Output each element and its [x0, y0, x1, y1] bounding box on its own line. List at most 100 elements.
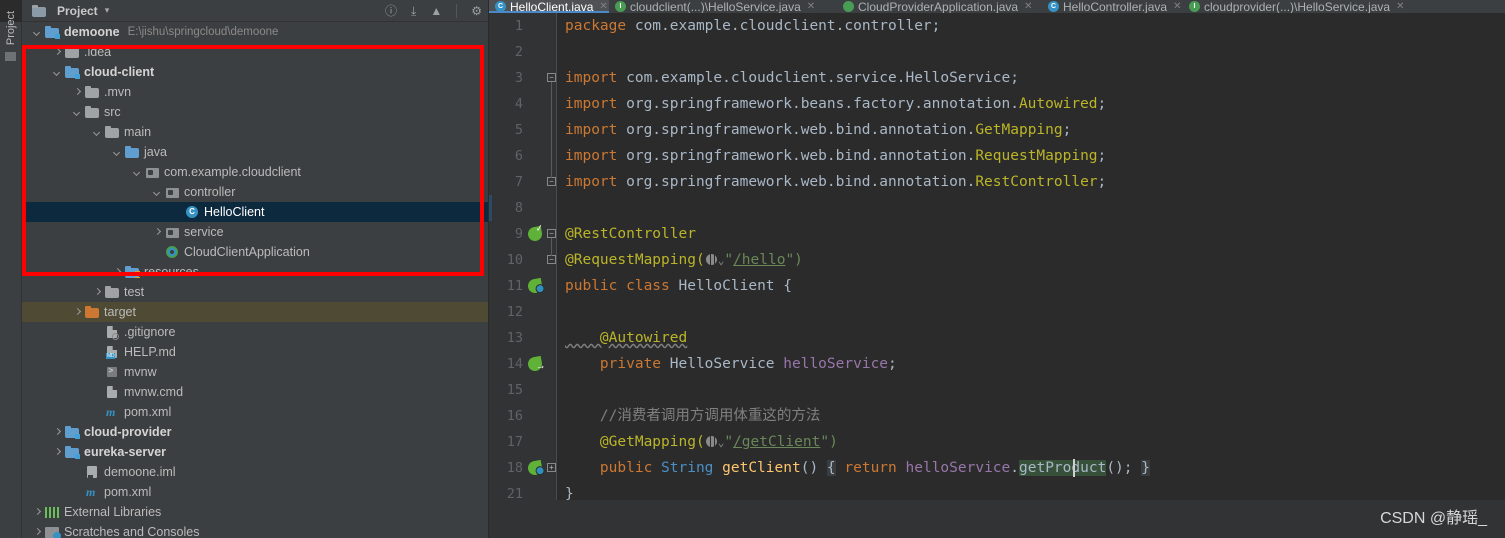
tree-node-helloclient[interactable]: HelloClient [22, 202, 488, 222]
web-mapping-icon[interactable] [705, 254, 717, 265]
spring-bean-icon[interactable] [526, 277, 546, 295]
code-line-7[interactable]: import org.springframework.web.bind.anno… [557, 169, 1106, 195]
editor-tab-bar[interactable]: C HelloClient.java ✕ Icloudclient(...)\Hell… [489, 0, 1505, 13]
fold-expand-icon[interactable]: + [547, 463, 556, 472]
tree-node-eureka-server[interactable]: eureka-server [22, 442, 488, 462]
close-icon[interactable]: ✕ [1024, 1, 1032, 12]
tree-node-idea[interactable]: .idea [22, 42, 488, 62]
tree-node-mvnw[interactable]: mvnw [22, 362, 488, 382]
fold-collapse-icon[interactable]: − [547, 177, 556, 186]
chevron-right-icon[interactable] [72, 87, 83, 98]
tree-node-cloudclientapplication[interactable]: CloudClientApplication [22, 242, 488, 262]
editor-code-area[interactable]: 1 2 3−4 5 6 7−8 9 ✓ −10−11 12 13 14 → 15 16 17 18 +21 pac… [489, 13, 1505, 538]
chevron-right-icon[interactable] [32, 527, 43, 538]
tool-window-tab-project[interactable]: Project [3, 4, 19, 52]
project-tree[interactable]: demoone E:\jishu\springcloud\demoone .idea… [22, 22, 488, 538]
tree-node-com-example-cloudclient[interactable]: com.example.cloudclient [22, 162, 488, 182]
web-mapping-icon[interactable] [705, 436, 717, 447]
tree-node-pom-xml[interactable]: m pom.xml [22, 482, 488, 502]
chevron-right-icon[interactable] [152, 227, 163, 238]
fold-collapse-icon[interactable]: − [547, 255, 556, 264]
tree-node-mvn[interactable]: .mvn [22, 82, 488, 102]
code-line-9[interactable]: @RestController [557, 221, 696, 247]
tree-node-pom-xml[interactable]: m pom.xml [22, 402, 488, 422]
collapse-all-icon[interactable]: ⓘ [385, 5, 397, 17]
code-line-3[interactable]: import com.example.cloudclient.service.H… [557, 65, 1019, 91]
gutter-line-17[interactable]: 17 [489, 429, 557, 455]
chevron-down-icon[interactable] [112, 147, 123, 158]
spring-mapping-icon[interactable] [526, 459, 546, 477]
gutter-line-14[interactable]: 14 → [489, 351, 557, 377]
code-line-14[interactable]: private HelloService helloService; [557, 351, 897, 377]
code-line-8[interactable] [557, 195, 565, 221]
gutter-line-13[interactable]: 13 [489, 325, 557, 351]
chevron-right-icon[interactable] [52, 447, 63, 458]
chevron-down-icon[interactable]: ▾ [105, 5, 110, 16]
gutter-line-6[interactable]: 6 [489, 143, 557, 169]
code-line-13[interactable]: @Autowired [557, 325, 687, 351]
code-line-18[interactable]: public String getClient() { return hello… [557, 455, 1150, 481]
gutter-line-12[interactable]: 12 [489, 299, 557, 325]
chevron-right-icon[interactable] [72, 307, 83, 318]
tool-strip-handle[interactable] [5, 52, 16, 61]
download-icon[interactable]: ⤓ [411, 5, 416, 17]
tree-node-scratches-and-consoles[interactable]: Scratches and Consoles [22, 522, 488, 538]
chevron-right-icon[interactable] [52, 47, 63, 58]
tree-node-test[interactable]: test [22, 282, 488, 302]
gutter-line-2[interactable]: 2 [489, 39, 557, 65]
chevron-down-icon[interactable] [52, 67, 63, 78]
tree-node-help-md[interactable]: MD HELP.md [22, 342, 488, 362]
gutter-line-1[interactable]: 1 [489, 13, 557, 39]
tree-node-external-libraries[interactable]: External Libraries [22, 502, 488, 522]
spring-bean-check-icon[interactable]: ✓ [526, 223, 545, 243]
gutter-line-16[interactable]: 16 [489, 403, 557, 429]
tree-node-resources[interactable]: resources [22, 262, 488, 282]
tree-node-main[interactable]: main [22, 122, 488, 142]
code-line-12[interactable] [557, 299, 565, 325]
code-line-5[interactable]: import org.springframework.web.bind.anno… [557, 117, 1071, 143]
editor-vertical-scrollbar[interactable] [1493, 26, 1505, 496]
tree-node-service[interactable]: service [22, 222, 488, 242]
gutter-line-5[interactable]: 5 [489, 117, 557, 143]
chevron-right-icon[interactable] [112, 267, 123, 278]
chevron-right-icon[interactable] [92, 287, 103, 298]
chevron-down-icon[interactable] [92, 127, 103, 138]
editor-gutter[interactable]: 1 2 3−4 5 6 7−8 9 ✓ −10−11 12 13 14 → 15 16 17 18 +21 [489, 13, 557, 538]
close-icon[interactable]: ✕ [1173, 1, 1181, 12]
chevron-down-icon[interactable] [72, 107, 83, 118]
tree-node-target[interactable]: target [22, 302, 488, 322]
code-line-1[interactable]: package com.example.cloudclient.controll… [557, 13, 940, 39]
code-line-11[interactable]: public class HelloClient { [557, 273, 792, 299]
tree-node-java[interactable]: java [22, 142, 488, 162]
spring-autowired-icon[interactable]: → [526, 355, 546, 373]
editor-tab-cloudclient-helloservice-java[interactable]: Icloudclient(...)\HelloService.java ✕ [609, 0, 837, 13]
tree-node-demoone-iml[interactable]: demoone.iml [22, 462, 488, 482]
code-line-17[interactable]: @GetMapping(⌄"/getClient") [557, 429, 838, 455]
tree-node-controller[interactable]: controller [22, 182, 488, 202]
chevron-down-icon[interactable] [132, 167, 143, 178]
editor-tab-hellocontroller-java[interactable]: C HelloController.java ✕ [1042, 0, 1183, 13]
gutter-line-15[interactable]: 15 [489, 377, 557, 403]
code-line-10[interactable]: @RequestMapping(⌄"/hello") [557, 247, 803, 273]
editor-tab-cloudproviderapplication-java[interactable]: CloudProviderApplication.java ✕ [837, 0, 1042, 13]
code-line-6[interactable]: import org.springframework.web.bind.anno… [557, 143, 1106, 169]
close-icon[interactable]: ✕ [807, 1, 815, 12]
chevron-down-icon[interactable] [32, 27, 43, 38]
tree-node-mvnw-cmd[interactable]: mvnw.cmd [22, 382, 488, 402]
code-line-16[interactable]: //消费者调用方调用体重这的方法 [557, 403, 820, 429]
close-icon[interactable]: ✕ [1396, 1, 1404, 12]
fold-collapse-icon[interactable]: − [547, 73, 556, 82]
chevron-right-icon[interactable] [32, 507, 43, 518]
tree-node-demoone[interactable]: demoone E:\jishu\springcloud\demoone [22, 22, 488, 42]
scroll-up-icon[interactable]: ▲ [430, 5, 442, 17]
gutter-line-11[interactable]: 11 [489, 273, 557, 299]
tree-node-cloud-client[interactable]: cloud-client [22, 62, 488, 82]
chevron-down-icon[interactable] [152, 187, 163, 198]
editor-tab-cloudprovider-helloservice-java[interactable]: Icloudprovider(...)\HelloService.java ✕ [1183, 0, 1428, 13]
code-line-4[interactable]: import org.springframework.beans.factory… [557, 91, 1106, 117]
tree-node-gitignore[interactable]: .gitignore [22, 322, 488, 342]
tree-node-cloud-provider[interactable]: cloud-provider [22, 422, 488, 442]
code-line-2[interactable] [557, 39, 565, 65]
code-line-15[interactable] [557, 377, 565, 403]
chevron-right-icon[interactable] [52, 427, 63, 438]
